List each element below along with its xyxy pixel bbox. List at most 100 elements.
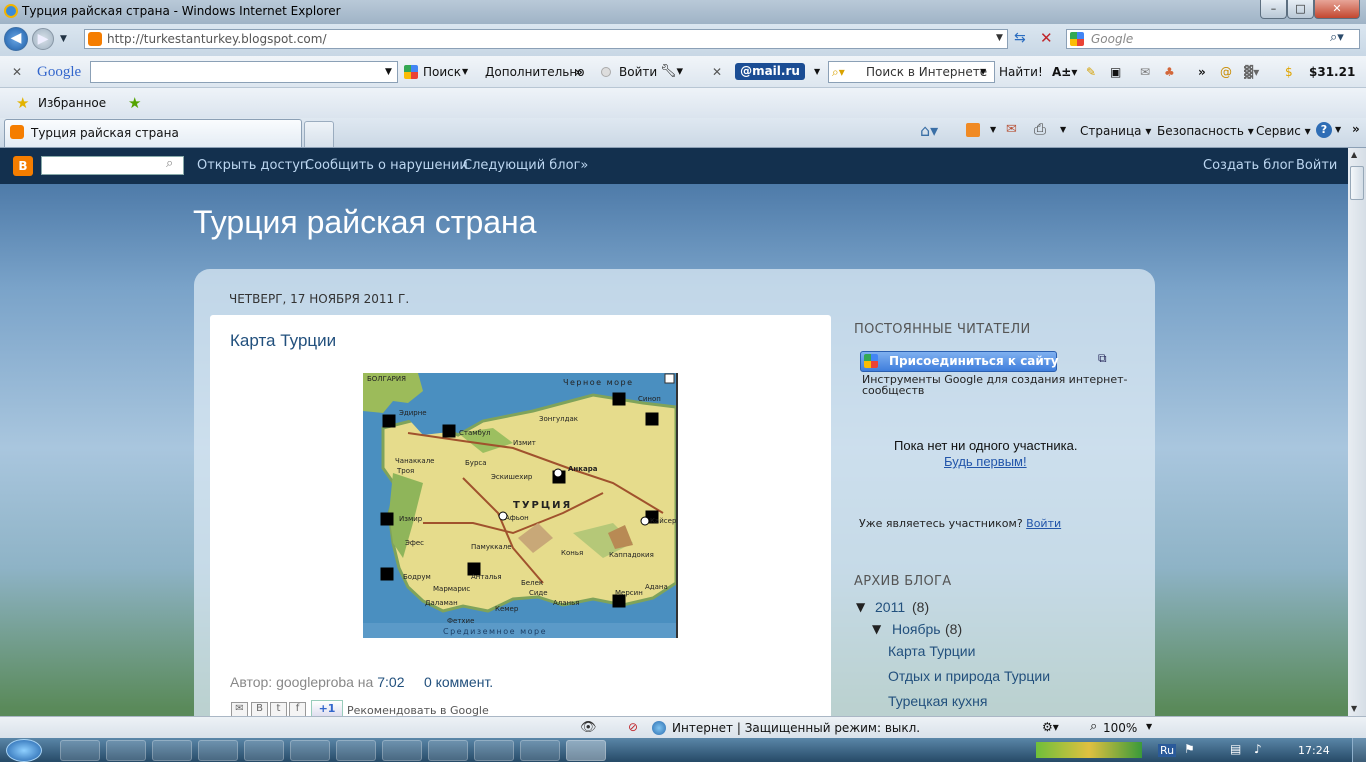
favorites-button[interactable]: Избранное [38,96,106,110]
new-tab-button[interactable] [304,121,334,147]
archive-post-link[interactable]: Турецкая кухня [888,693,987,709]
google-search-button[interactable]: Поиск [423,56,461,88]
mailru-close-icon[interactable]: ✕ [712,56,722,88]
archive-year-link[interactable]: 2011 [875,599,905,615]
show-desktop-button[interactable] [1352,738,1366,762]
taskbar-app6-icon[interactable] [290,740,330,761]
tools-menu[interactable]: Сервис ▾ [1256,124,1311,138]
google-search-dropdown-icon[interactable]: ▼ [462,56,468,88]
mailru-dropdown-icon[interactable]: ▼ [814,56,820,88]
taskbar-app7-icon[interactable] [336,740,376,761]
toolbar-close-icon[interactable]: ✕ [12,56,22,88]
print-dropdown-icon[interactable]: ▼ [1060,125,1066,134]
post-title[interactable]: Карта Турции [230,331,336,351]
next-blog-link[interactable]: Следующий блог» [463,158,588,173]
open-access-link[interactable]: Открыть доступ [197,158,308,173]
blog-search-icon[interactable]: ⌕ [166,156,173,171]
taskbar-app9-icon[interactable] [428,740,468,761]
highlighter-icon[interactable]: ✎ [1086,56,1096,88]
google-toolbar-search-input[interactable] [90,61,398,83]
address-input[interactable]: http://turkestanturkey.blogspot.com/ [84,29,1008,49]
scroll-up-arrow[interactable]: ▲ [1351,150,1357,159]
close-button[interactable]: ✕ [1314,0,1360,19]
address-dropdown-icon[interactable]: ▼ [996,33,1003,43]
maximize-button[interactable]: □ [1287,0,1314,19]
turkey-map-image[interactable]: БОЛГАРИЯ Черное море Синоп Стамбул Эдирн… [363,373,678,638]
vertical-scrollbar[interactable]: ▲ ▼ [1348,148,1366,716]
taskbar-explorer-icon[interactable] [60,740,100,761]
double-chevron-icon[interactable]: » [575,56,583,88]
taskbar-app11-icon[interactable] [520,740,560,761]
print-icon[interactable]: ⎙ [1034,120,1046,138]
tray-volume-icon[interactable]: ♪ [1254,742,1262,756]
be-first-link[interactable]: Будь первым! [944,454,1027,469]
plus-one-button[interactable]: +1 [311,700,343,716]
mailru-search-engine-icon[interactable]: ⌕▾ [832,56,845,88]
blogger-signin-link[interactable]: Войти [1296,158,1337,173]
mailru-find-button[interactable]: Найти! [999,56,1043,88]
join-site-button[interactable]: Присоединиться к сайту [860,351,1059,372]
mail-icon[interactable]: ✉ [1140,56,1150,88]
page-info-icon[interactable]: ▣ [1110,56,1121,88]
popout-icon[interactable]: ⧉ [1098,351,1107,366]
toolbar-overflow-icon[interactable]: » [1198,56,1206,88]
wrench-icon[interactable]: 🔧︎▾ [660,56,683,88]
stop-icon[interactable]: ✕ [1040,29,1053,47]
scroll-down-arrow[interactable]: ▼ [1351,704,1357,713]
rss-icon[interactable] [966,123,980,137]
command-bar-overflow-icon[interactable]: » [1352,122,1360,136]
tray-icons[interactable] [1036,742,1142,758]
add-favorite-icon[interactable]: ★ [128,94,141,112]
google-more-button[interactable]: Дополнительно [485,56,585,88]
mailru-search-field[interactable]: Поиск в Интернете [828,61,995,83]
blog-this-icon[interactable]: B [251,702,268,716]
report-abuse-link[interactable]: Сообщить о нарушении [305,158,468,173]
zoom-level[interactable]: 100% [1103,721,1137,735]
protected-mode-icon[interactable]: ⚙︎▾ [1042,720,1059,734]
safety-menu[interactable]: Безопасность ▾ [1157,124,1254,138]
weather-icon[interactable]: ▓▾ [1244,56,1259,88]
search-box[interactable]: Google [1066,29,1360,49]
minimize-button[interactable]: – [1260,0,1287,19]
home-icon[interactable]: ⌂▾ [920,121,938,140]
help-icon[interactable]: ? [1316,122,1332,138]
archive-post-link[interactable]: Отдых и природа Турции [888,668,1050,684]
zoom-icon[interactable]: ⌕ [1090,719,1097,734]
history-dropdown-icon[interactable]: ▼ [60,34,67,44]
member-login-link[interactable]: Войти [1026,517,1061,530]
search-go-icon[interactable]: ⌕▾ [1330,30,1344,45]
font-size-icon[interactable]: A±▾ [1052,56,1077,88]
tray-flag-icon[interactable]: ⚑ [1184,742,1195,756]
read-mail-icon[interactable]: ✉ [1006,122,1017,137]
twitter-share-icon[interactable]: t [270,702,287,716]
google-signin-button[interactable]: Войти [619,56,657,88]
taskbar-skype-icon[interactable] [382,740,422,761]
taskbar-app10-icon[interactable] [474,740,514,761]
help-dropdown-icon[interactable]: ▼ [1335,125,1341,134]
map-close-icon[interactable] [664,373,675,384]
back-button[interactable]: ◀ [4,27,28,51]
zoom-dropdown-icon[interactable]: ▼ [1146,722,1152,731]
page-menu[interactable]: Страница ▾ [1080,124,1151,138]
start-button[interactable] [6,739,42,762]
currency-icon[interactable]: $ [1285,56,1293,88]
facebook-share-icon[interactable]: f [289,702,306,716]
refresh-icon[interactable]: ⇆ [1014,30,1026,46]
taskbar-firefox-icon[interactable] [244,740,284,761]
tray-network-icon[interactable]: ▤ [1230,742,1241,756]
rss-dropdown-icon[interactable]: ▼ [990,125,996,134]
scroll-thumb[interactable] [1350,166,1364,200]
popup-blocked-icon[interactable]: ⊘ [628,720,638,734]
clock[interactable]: 17:24 [1298,744,1330,757]
taskbar-chrome-icon[interactable] [198,740,238,761]
tab-turkey-blog[interactable]: Турция райская страна [4,119,302,147]
month-toggle-icon[interactable]: ▼ [872,622,881,636]
post-time-link[interactable]: 7:02 [377,674,404,690]
comments-link[interactable]: 0 коммент. [424,674,493,690]
at-icon[interactable]: @ [1220,56,1232,88]
privacy-icon[interactable]: 👁︎ [580,720,597,735]
blog-title[interactable]: Турция райская страна [193,204,537,241]
google-input-dropdown-icon[interactable]: ▼ [385,56,392,88]
archive-post-link[interactable]: Карта Турции [888,643,975,659]
agent-icon[interactable]: ♣ [1164,56,1175,88]
